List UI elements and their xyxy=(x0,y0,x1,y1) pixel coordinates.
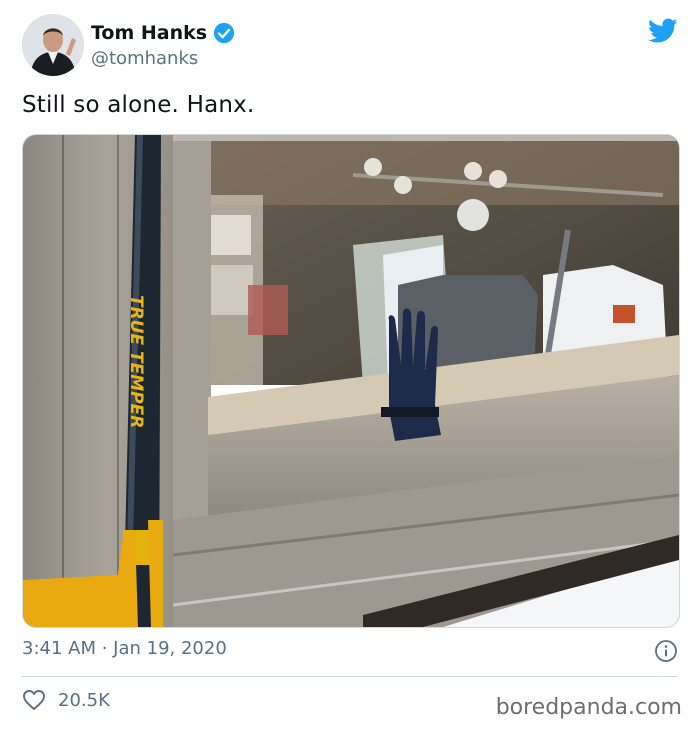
verified-badge-icon xyxy=(214,22,235,44)
avatar[interactable] xyxy=(22,14,84,76)
author-name-row[interactable]: Tom Hanks xyxy=(91,22,235,44)
heart-icon[interactable] xyxy=(22,689,46,711)
watermark: boredpanda.com xyxy=(495,695,682,720)
divider xyxy=(22,676,678,677)
info-icon[interactable] xyxy=(654,639,678,663)
tweet-card: Tom Hanks @tomhanks Still so alone. Hanx… xyxy=(0,0,700,729)
tweet-timestamp[interactable]: 3:41 AM · Jan 19, 2020 xyxy=(22,638,227,659)
tweet-text: Still so alone. Hanx. xyxy=(22,92,255,118)
like-count: 20.5K xyxy=(58,689,110,711)
like-action[interactable]: 20.5K xyxy=(22,689,110,711)
shovel-brand-text: TRUE TEMPER xyxy=(126,295,146,428)
twitter-bird-icon[interactable] xyxy=(648,18,678,44)
tweet-photo[interactable]: TRUE TEMPER xyxy=(22,134,680,628)
user-handle[interactable]: @tomhanks xyxy=(91,48,198,69)
display-name[interactable]: Tom Hanks xyxy=(91,22,207,44)
photo-illustration: TRUE TEMPER xyxy=(23,135,679,627)
